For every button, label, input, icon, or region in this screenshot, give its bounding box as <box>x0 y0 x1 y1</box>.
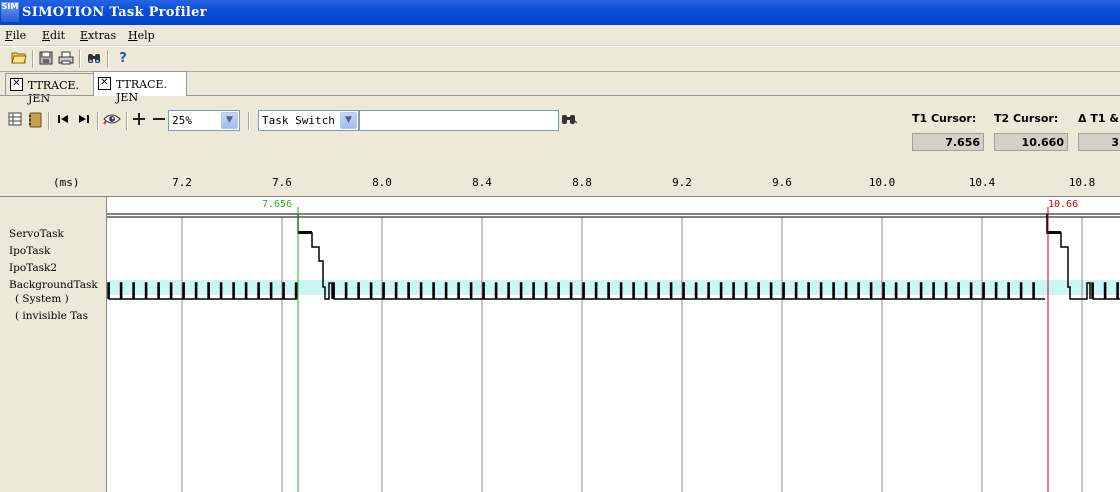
toolbar-separator <box>32 50 34 68</box>
go-first-icon[interactable] <box>55 112 71 128</box>
find-icon[interactable] <box>85 50 103 68</box>
search-binoculars-icon[interactable] <box>561 112 578 128</box>
toolbar-separator <box>79 50 81 68</box>
scale-tick: 10.4 <box>968 176 996 189</box>
print-icon[interactable] <box>57 50 75 68</box>
task-backgroundtask[interactable]: BackgroundTask <box>9 279 98 291</box>
zoom-select[interactable]: 25% ▼ <box>168 110 240 131</box>
tab-label: TTRACE. JEN <box>116 78 168 104</box>
menu-edit-label: dit <box>50 29 66 42</box>
scale-tick: 9.2 <box>672 176 692 189</box>
open-folder-icon[interactable] <box>10 50 28 68</box>
title-bar: SIM SIMOTION Task Profiler <box>0 0 1120 25</box>
task-timeline-plot[interactable]: 7.656 10.66 <box>107 197 1120 492</box>
t2-cursor-value: 10.660 <box>994 133 1068 151</box>
t2-cursor-label: T2 Cursor: <box>994 112 1059 125</box>
menu-edit-mnemonic: E <box>42 29 51 42</box>
t1-cursor-label: T1 Cursor: <box>912 112 977 125</box>
main-toolbar: ? <box>0 46 1120 72</box>
window-title: SIMOTION Task Profiler <box>22 5 207 20</box>
menu-help[interactable]: Help <box>128 29 155 42</box>
scale-tick: 8.8 <box>572 176 592 189</box>
scale-tick: 8.4 <box>472 176 492 189</box>
control-separator <box>48 112 50 130</box>
gridlines <box>181 217 1083 492</box>
t2-cursor-marker: 10.66 <box>1048 199 1078 210</box>
chevron-down-icon[interactable]: ▼ <box>221 112 238 129</box>
go-last-icon[interactable] <box>76 112 92 128</box>
t1-cursor-value: 7.656 <box>912 133 984 151</box>
menu-extras[interactable]: Extras <box>80 29 116 42</box>
time-scale: (ms) 7.2 7.6 8.0 8.4 8.8 9.2 9.6 10.0 10… <box>0 160 1120 197</box>
menu-help-mnemonic: H <box>128 29 138 42</box>
chevron-down-icon[interactable]: ▼ <box>340 112 357 129</box>
menu-file-label: ile <box>12 29 27 42</box>
view-mode-value: Task Switch <box>262 114 335 127</box>
menu-extras-mnemonic: E <box>80 29 89 42</box>
task-system[interactable]: ( System ) <box>15 293 69 305</box>
scale-tick: 10.0 <box>868 176 896 189</box>
view-mode-select[interactable]: Task Switch ▼ <box>258 110 359 131</box>
timeline-svg: 7.656 10.66 <box>107 199 1120 492</box>
scale-unit: (ms) <box>53 176 80 189</box>
control-separator <box>126 112 128 130</box>
delta-value: 3 <box>1078 133 1120 151</box>
menu-bar: File Edit Extras Help <box>0 25 1120 46</box>
control-panel: 25% ▼ Task Switch ▼ T1 Cursor: T2 Cursor… <box>0 96 1120 160</box>
scale-tick: 7.6 <box>272 176 292 189</box>
menu-edit[interactable]: Edit <box>42 29 65 42</box>
help-icon[interactable]: ? <box>114 50 132 68</box>
servo-task-burst-2 <box>1047 231 1061 234</box>
view-eye-icon[interactable] <box>102 112 122 128</box>
scale-tick: 10.8 <box>1068 176 1096 189</box>
search-input[interactable] <box>359 110 559 131</box>
task-invisible[interactable]: ( invisible Tas <box>15 310 88 322</box>
delta-label: Δ T1 & T <box>1078 112 1120 125</box>
notebook-icon[interactable] <box>27 112 43 128</box>
menu-extras-label: xtras <box>88 29 117 42</box>
document-tabs: ✕ TTRACE. JEN ✕ TTRACE. JEN <box>0 70 1120 105</box>
control-separator <box>248 112 250 130</box>
scale-tick: 8.0 <box>372 176 392 189</box>
menu-file-mnemonic: F <box>5 29 13 42</box>
tab-ttrace-2[interactable]: ✕ TTRACE. JEN <box>93 71 187 104</box>
table-view-icon[interactable] <box>7 112 23 128</box>
zoom-out-icon[interactable] <box>151 112 167 128</box>
task-ipotask[interactable]: IpoTask <box>9 245 50 257</box>
close-tab-icon[interactable]: ✕ <box>98 77 111 90</box>
tab-ttrace-1[interactable]: ✕ TTRACE. JEN <box>5 73 94 105</box>
scale-tick: 9.6 <box>772 176 792 189</box>
task-ipotask2[interactable]: IpoTask2 <box>9 262 57 274</box>
menu-file[interactable]: File <box>5 29 26 42</box>
close-tab-icon[interactable]: ✕ <box>10 78 23 91</box>
t1-cursor-marker: 7.656 <box>262 199 292 210</box>
toolbar-separator <box>107 50 109 68</box>
scale-tick: 7.2 <box>172 176 192 189</box>
task-list: ServoTask IpoTask IpoTask2 BackgroundTas… <box>3 197 107 492</box>
zoom-in-icon[interactable] <box>131 112 147 128</box>
task-servotask[interactable]: ServoTask <box>9 228 64 240</box>
zoom-value: 25% <box>172 114 192 127</box>
menu-help-label: elp <box>137 29 155 42</box>
app-icon: SIM <box>1 2 19 22</box>
save-icon[interactable] <box>37 50 55 68</box>
control-separator <box>97 112 99 130</box>
servo-task-burst-1 <box>298 231 312 234</box>
